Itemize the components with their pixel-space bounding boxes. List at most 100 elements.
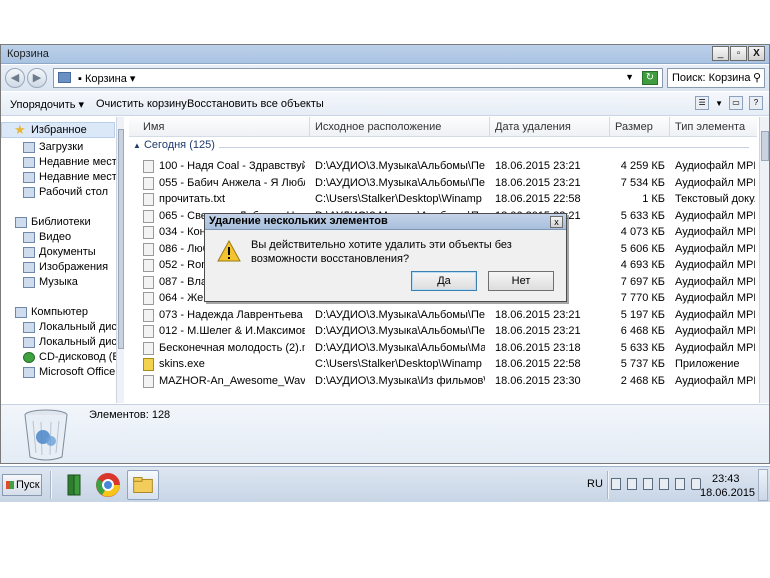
cell-origin: D:\АУДИО\3.Музыка\Альбомы\Майда... <box>315 341 485 354</box>
search-placeholder: Поиск: Корзина <box>672 72 751 84</box>
search-input[interactable]: Поиск: Корзина ⚲ <box>667 68 765 88</box>
cell-size: 1 КБ <box>642 193 665 205</box>
view-chevron-icon[interactable]: ▼ <box>715 99 723 108</box>
clock-time[interactable]: 23:43 <box>712 473 740 485</box>
file-icon <box>143 275 154 289</box>
nav-recent-1[interactable]: Недавние места <box>23 156 122 168</box>
title-bar[interactable]: Корзина _ ▫ X <box>1 45 769 64</box>
chevron-down-icon[interactable]: ▼ <box>625 72 634 82</box>
nav-disk-1[interactable]: Локальный диск ( <box>23 321 122 333</box>
exe-file-icon <box>143 358 154 371</box>
yes-button[interactable]: Да <box>411 271 477 291</box>
nav-recent-2[interactable]: Недавние места <box>23 171 122 183</box>
file-icon <box>143 209 154 223</box>
help-icon[interactable]: ? <box>749 96 763 110</box>
no-button[interactable]: Нет <box>488 271 554 291</box>
search-icon[interactable]: ⚲ <box>753 71 761 84</box>
show-desktop-button[interactable] <box>758 469 768 501</box>
cell-size: 5 197 КБ <box>620 308 665 321</box>
network-icon[interactable] <box>675 478 685 490</box>
table-row[interactable]: 012 - М.Шелег & И.Максимова -... D:\АУДИО… <box>129 323 757 340</box>
nav-favorites[interactable]: ★ Избранное <box>1 122 115 138</box>
language-indicator[interactable]: RU <box>587 478 603 490</box>
minimize-button[interactable]: _ <box>712 46 729 61</box>
library-app-icon[interactable] <box>58 470 90 500</box>
address-field[interactable]: ▪ Корзина ▾ ▼ ↻ <box>53 68 663 88</box>
cell-size: 2 468 КБ <box>620 374 665 387</box>
cell-type: Аудиофайл MPE... <box>675 209 755 222</box>
cell-origin: D:\АУДИО\3.Музыка\Альбомы\Песни ... <box>315 308 485 321</box>
nav-office[interactable]: Microsoft Office Cl <box>23 366 122 378</box>
nav-cd-drive[interactable]: CD-дисковод (E:) <box>23 351 122 363</box>
nav-downloads[interactable]: Загрузки <box>23 141 83 153</box>
file-icon <box>143 193 154 206</box>
cell-name: Бесконечная молодость (2).mp3 <box>159 341 305 354</box>
file-icon <box>143 176 154 190</box>
cell-size: 5 633 КБ <box>620 209 665 222</box>
nav-computer[interactable]: Компьютер <box>15 306 88 318</box>
dialog-title: Удаление нескольких элементов <box>205 214 566 230</box>
cell-type: Аудиофайл MPE... <box>675 325 755 337</box>
breadcrumb[interactable]: ▪ Корзина ▾ <box>78 72 135 85</box>
column-deleted[interactable]: Дата удаления <box>495 121 571 133</box>
empty-bin-button[interactable]: Очистить корзину <box>96 98 187 110</box>
start-button[interactable]: Пуск <box>2 474 42 496</box>
view-options-icon[interactable]: ☰ <box>695 96 710 110</box>
keyboard-icon[interactable] <box>627 478 637 490</box>
tray-expand-icon[interactable] <box>611 478 621 490</box>
explorer-icon[interactable] <box>127 470 159 500</box>
chrome-icon[interactable] <box>92 470 124 500</box>
table-row[interactable]: 073 - Надежда Лаврентьева - Я... D:\АУДИО… <box>129 307 757 324</box>
windows-logo-icon <box>6 481 14 489</box>
forward-button[interactable]: ▶ <box>27 68 47 88</box>
back-button[interactable]: ◀ <box>5 68 25 88</box>
refresh-icon[interactable]: ↻ <box>642 71 658 85</box>
cell-size: 5 737 КБ <box>620 358 665 370</box>
table-row[interactable]: 100 - Надя Coal - Здравствуй.mp3 D:\АУДИО… <box>129 158 757 175</box>
cell-deleted: 18.06.2015 22:58 <box>495 193 581 205</box>
nav-disk-2[interactable]: Локальный диск ( <box>23 336 122 348</box>
column-name[interactable]: Имя <box>143 121 164 133</box>
file-scrollbar[interactable] <box>759 117 769 403</box>
maximize-button[interactable]: ▫ <box>730 46 747 61</box>
file-scroll-thumb[interactable] <box>761 131 769 161</box>
cell-type: Аудиофайл MPE... <box>675 242 755 255</box>
file-icon <box>143 259 154 272</box>
nav-scrollbar[interactable] <box>116 117 124 403</box>
preview-pane-icon[interactable]: ▭ <box>729 96 743 110</box>
taskbar: Пуск RU 23:43 18.06.2015 <box>0 466 770 502</box>
table-row[interactable]: прочитать.txt C:\Users\Stalker\Desktop\Wi… <box>129 191 757 208</box>
usb-icon[interactable] <box>659 478 669 490</box>
nav-images[interactable]: Изображения <box>23 261 108 273</box>
nav-video[interactable]: Видео <box>23 231 71 243</box>
column-size[interactable]: Размер <box>615 121 653 133</box>
nav-music[interactable]: Музыка <box>23 276 78 288</box>
table-row[interactable]: Бесконечная молодость (2).mp3 D:\АУДИО\3.… <box>129 340 757 357</box>
flag-icon[interactable] <box>643 478 653 490</box>
restore-all-button[interactable]: Восстановить все объекты <box>187 98 324 110</box>
collapse-icon[interactable]: ▲ <box>133 141 141 150</box>
file-icon <box>143 325 154 338</box>
organize-button[interactable]: Упорядочить ▾ <box>10 98 84 111</box>
group-header[interactable]: ▲ Сегодня (125) <box>133 139 753 155</box>
cell-deleted: 18.06.2015 23:21 <box>495 325 581 337</box>
nav-desktop[interactable]: Рабочий стол <box>23 186 108 198</box>
table-row[interactable]: skins.exe C:\Users\Stalker\Desktop\Winamp… <box>129 356 757 373</box>
cell-deleted: 18.06.2015 23:21 <box>495 308 581 321</box>
cell-origin: D:\АУДИО\3.Музыка\Альбомы\Песни ... <box>315 160 485 172</box>
table-row[interactable]: MAZHOR-An_Awesome_Wave_O... D:\АУДИО\3.Му… <box>129 373 757 390</box>
column-type[interactable]: Тип элемента <box>675 121 745 133</box>
column-origin[interactable]: Исходное расположение <box>315 121 441 133</box>
dialog-close-button[interactable]: x <box>550 216 563 228</box>
nav-libraries[interactable]: Библиотеки <box>15 216 91 228</box>
navigation-pane: ★ Избранное Загрузки Недавние места Неда… <box>1 117 123 403</box>
clock-date[interactable]: 18.06.2015 <box>700 487 755 499</box>
nav-scroll-thumb[interactable] <box>118 129 124 349</box>
cell-size: 4 073 КБ <box>620 226 665 238</box>
nav-documents[interactable]: Документы <box>23 246 96 258</box>
table-row[interactable]: 055 - Бабич Анжела - Я Люблю... D:\АУДИО\… <box>129 175 757 192</box>
cell-deleted: 18.06.2015 23:18 <box>495 341 581 354</box>
cell-name: skins.exe <box>159 358 205 370</box>
close-button[interactable]: X <box>748 46 765 61</box>
cell-name: прочитать.txt <box>159 193 226 205</box>
